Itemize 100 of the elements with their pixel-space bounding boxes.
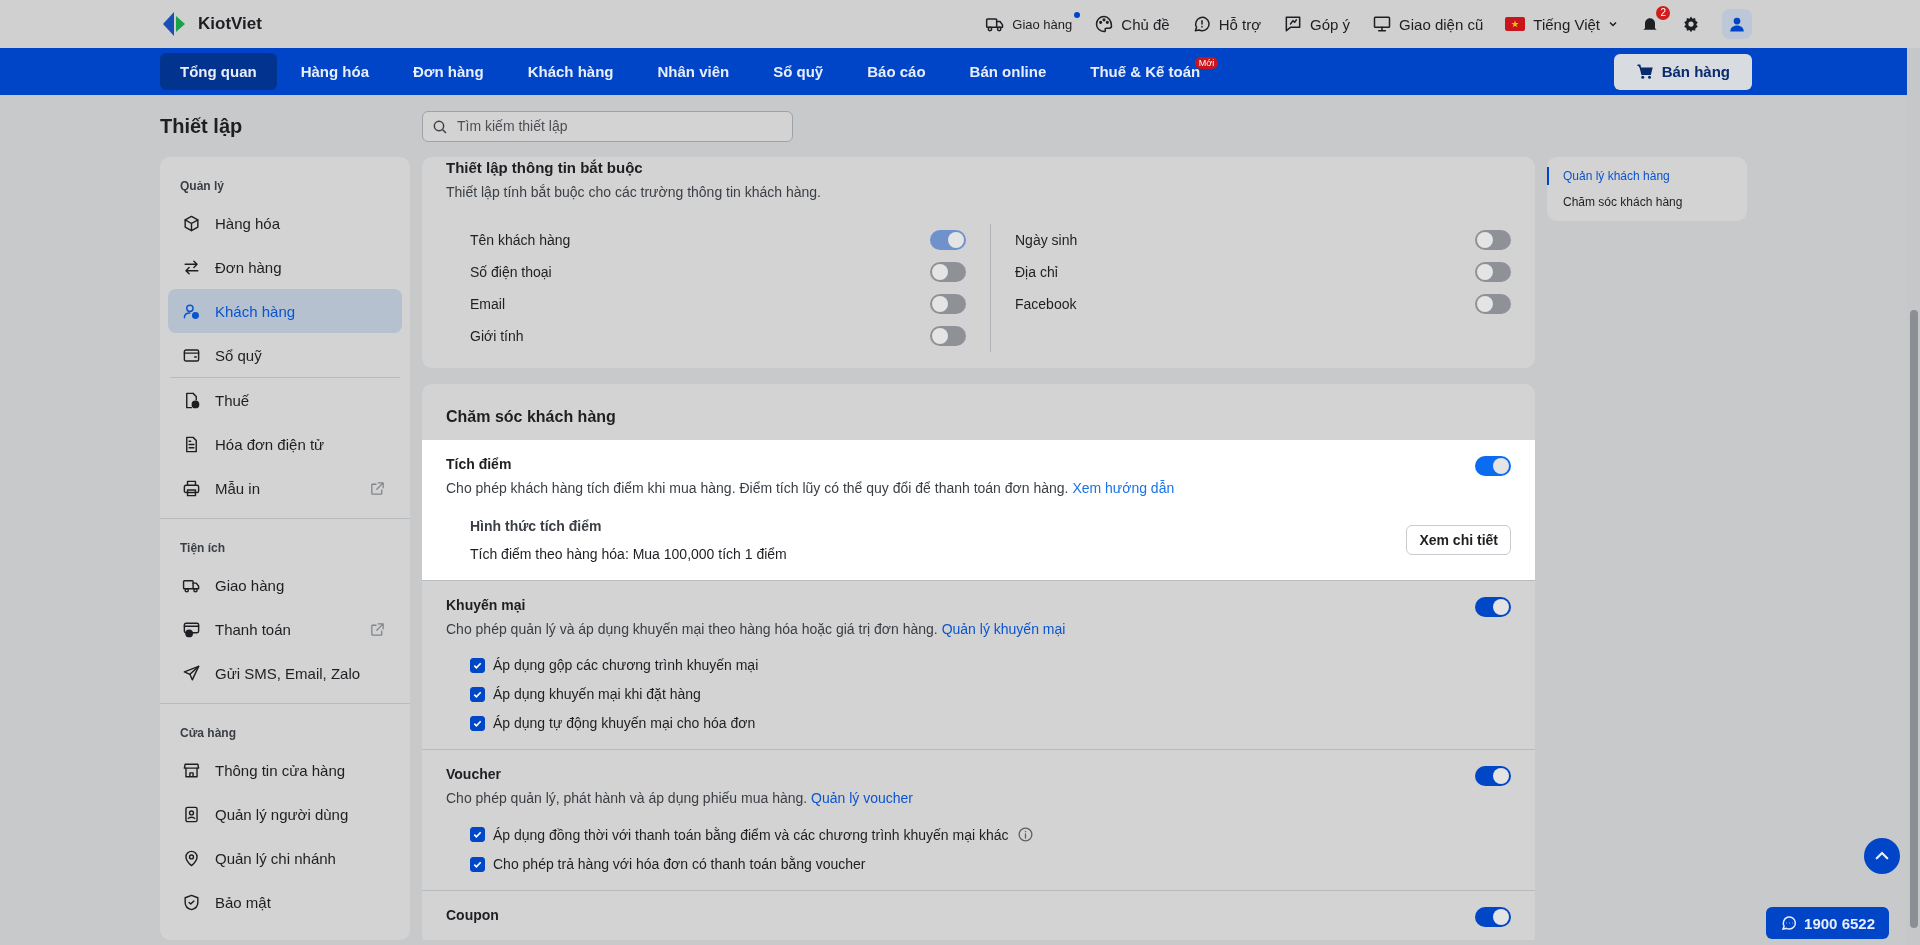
setting-title: Voucher: [446, 766, 502, 782]
sidebar-item[interactable]: Đơn hàng: [168, 245, 402, 289]
detail-text: Tích điểm theo hàng hóa: Mua 100,000 tích 1 điểm: [470, 546, 787, 562]
field-label: Facebook: [1015, 296, 1077, 312]
nav-tab[interactable]: Đơn hàng: [393, 53, 504, 90]
toggle-switch[interactable]: [930, 326, 966, 346]
checkbox-label: Áp dụng đồng thời với thanh toán bằng điểm và các chương trình khuyến mại khác: [493, 826, 1009, 843]
field-label: Địa chỉ: [1015, 264, 1058, 280]
search-icon: [432, 118, 448, 135]
setting-title: Coupon: [446, 907, 499, 923]
checkbox-label: Áp dụng gộp các chương trình khuyến mại: [493, 657, 759, 673]
toggle-switch[interactable]: [1475, 597, 1511, 617]
checkbox[interactable]: [470, 657, 485, 673]
sidebar-item[interactable]: Thanh toán: [168, 607, 402, 651]
sidebar-item[interactable]: Quản lý người dùng: [168, 792, 402, 836]
sell-button[interactable]: Bán hàng: [1613, 53, 1752, 90]
card-title: Thiết lập thông tin bắt buộc: [446, 159, 644, 176]
toolbar-link[interactable]: Hỗ trợ: [1191, 14, 1261, 34]
shield-icon: [182, 892, 201, 912]
nav-tab[interactable]: Báo cáo: [847, 53, 946, 90]
section-link[interactable]: Quản lý khách hàng: [1547, 167, 1747, 185]
toolbar-link[interactable]: Góp ý: [1283, 14, 1351, 34]
checkbox-label: Áp dụng tự động khuyến mại cho hóa đơn: [493, 715, 756, 731]
setting-description: Cho phép quản lý, phát hành và áp dụng phiếu mua hàng. Quản lý voucher: [446, 790, 914, 806]
sidebar-group-title: Cửa hàng: [179, 725, 238, 742]
toggle-switch[interactable]: [1475, 294, 1511, 314]
toggle-switch[interactable]: [1475, 907, 1511, 927]
toolbar-link[interactable]: Chủ đề: [1094, 14, 1170, 34]
field-label: Số điện thoại: [470, 264, 552, 280]
checkbox-label: Áp dụng khuyến mại khi đặt hàng: [493, 686, 701, 702]
language-selector[interactable]: Tiếng Việt: [1505, 15, 1618, 33]
sidebar-item[interactable]: Thuế: [168, 378, 402, 422]
checkbox[interactable]: [470, 715, 485, 731]
toggle-switch[interactable]: [1475, 766, 1511, 786]
nav-tab[interactable]: Hàng hóa: [280, 53, 389, 90]
avatar-button[interactable]: [1722, 9, 1752, 39]
user-card-icon: [182, 804, 201, 824]
sidebar-item[interactable]: Quản lý chi nhánh: [168, 836, 402, 880]
external-link-icon: [369, 620, 386, 638]
sidebar-item[interactable]: Sổ quỹ: [168, 333, 402, 377]
checkbox[interactable]: [470, 686, 485, 702]
sidebar-item[interactable]: Hóa đơn điện tử: [168, 422, 402, 466]
help-link[interactable]: Quản lý voucher: [811, 790, 914, 806]
flag-icon: [1505, 17, 1526, 31]
cart-icon: [1635, 62, 1654, 81]
nav-tab[interactable]: Tổng quan: [160, 53, 277, 90]
printer-icon: [182, 478, 201, 498]
sidebar-item[interactable]: Bảo mật: [168, 880, 402, 924]
checkbox-label: Cho phép trả hàng với hóa đơn có thanh toán bằng voucher: [493, 856, 866, 872]
field-label: Giới tính: [470, 328, 524, 344]
sidebar-item[interactable]: Khách hàng: [168, 289, 402, 333]
card-description: Thiết lập tính bắt buộc cho các trường thông tin khách hàng.: [446, 184, 822, 200]
toggle-switch[interactable]: [1475, 230, 1511, 250]
nav-tab[interactable]: Khách hàng: [507, 53, 634, 90]
page-title: Thiết lập: [160, 114, 244, 138]
checkbox[interactable]: [470, 856, 485, 872]
sidebar-item[interactable]: Giao hàng: [168, 563, 402, 607]
toggle-switch[interactable]: [930, 262, 966, 282]
view-details-button[interactable]: Xem chi tiết: [1406, 525, 1511, 555]
sidebar-item[interactable]: Gửi SMS, Email, Zalo: [168, 651, 402, 695]
settings-icon[interactable]: [1682, 15, 1700, 33]
search-field[interactable]: Tìm kiếm thiết lập: [422, 110, 793, 142]
box-icon: [182, 213, 201, 233]
store-icon: [182, 760, 201, 780]
chat-bubble-icon: [1780, 914, 1799, 932]
setting-title: Tích điểm: [446, 456, 513, 472]
nav-tab[interactable]: Nhân viên: [637, 53, 750, 90]
scroll-top-button[interactable]: [1864, 838, 1900, 874]
sidebar-item[interactable]: Hàng hóa: [168, 201, 402, 245]
caret-icon: [1608, 19, 1618, 29]
feedback-icon: [1283, 14, 1303, 34]
field-label: Email: [470, 296, 505, 312]
sidebar-group-title: Tiện ích: [179, 540, 227, 557]
nav-tab[interactable]: Bán online: [949, 53, 1067, 90]
section-link[interactable]: Chăm sóc khách hàng: [1547, 193, 1747, 211]
toggle-switch[interactable]: [1475, 262, 1511, 282]
sidebar-item[interactable]: Mẫu in: [168, 466, 402, 510]
payment-card-icon: [182, 619, 201, 639]
help-link[interactable]: Quản lý khuyến mại: [941, 621, 1066, 637]
setting-description: Cho phép quản lý và áp dụng khuyến mại theo hàng hóa hoặc giá trị đơn hàng. Quản lý khuyến mại: [446, 621, 1066, 637]
help-link[interactable]: Xem hướng dẫn: [1072, 480, 1175, 496]
field-label: Tên khách hàng: [470, 232, 571, 248]
check-icon: [472, 829, 483, 840]
sidebar-item[interactable]: Thông tin cửa hàng: [168, 748, 402, 792]
toggle-switch[interactable]: [930, 294, 966, 314]
location-pin-icon: [182, 848, 201, 868]
scrollbar-thumb[interactable]: [1910, 310, 1918, 928]
notification-count: 2: [1656, 6, 1670, 20]
hotline-button[interactable]: 1900 6522: [1766, 907, 1889, 939]
checkbox[interactable]: [470, 827, 485, 842]
monitor-icon: [1372, 14, 1393, 34]
toolbar-link[interactable]: Giao diện cũ: [1372, 14, 1484, 34]
nav-tab[interactable]: Sổ quỹ: [753, 53, 844, 90]
logo-text: KiotViet: [198, 14, 262, 34]
setting-title: Khuyến mại: [446, 597, 527, 613]
info-icon: [1016, 826, 1034, 843]
setting-description: Cho phép khách hàng tích điểm khi mua hàng. Điểm tích lũy có thể quy đổi để thanh toán đơn hàng. Xem hướng dẫn: [446, 480, 1175, 496]
field-label: Ngày sinh: [1015, 232, 1078, 248]
toolbar-link[interactable]: Giao hàng: [985, 14, 1073, 34]
toggle-switch[interactable]: [1475, 456, 1511, 476]
